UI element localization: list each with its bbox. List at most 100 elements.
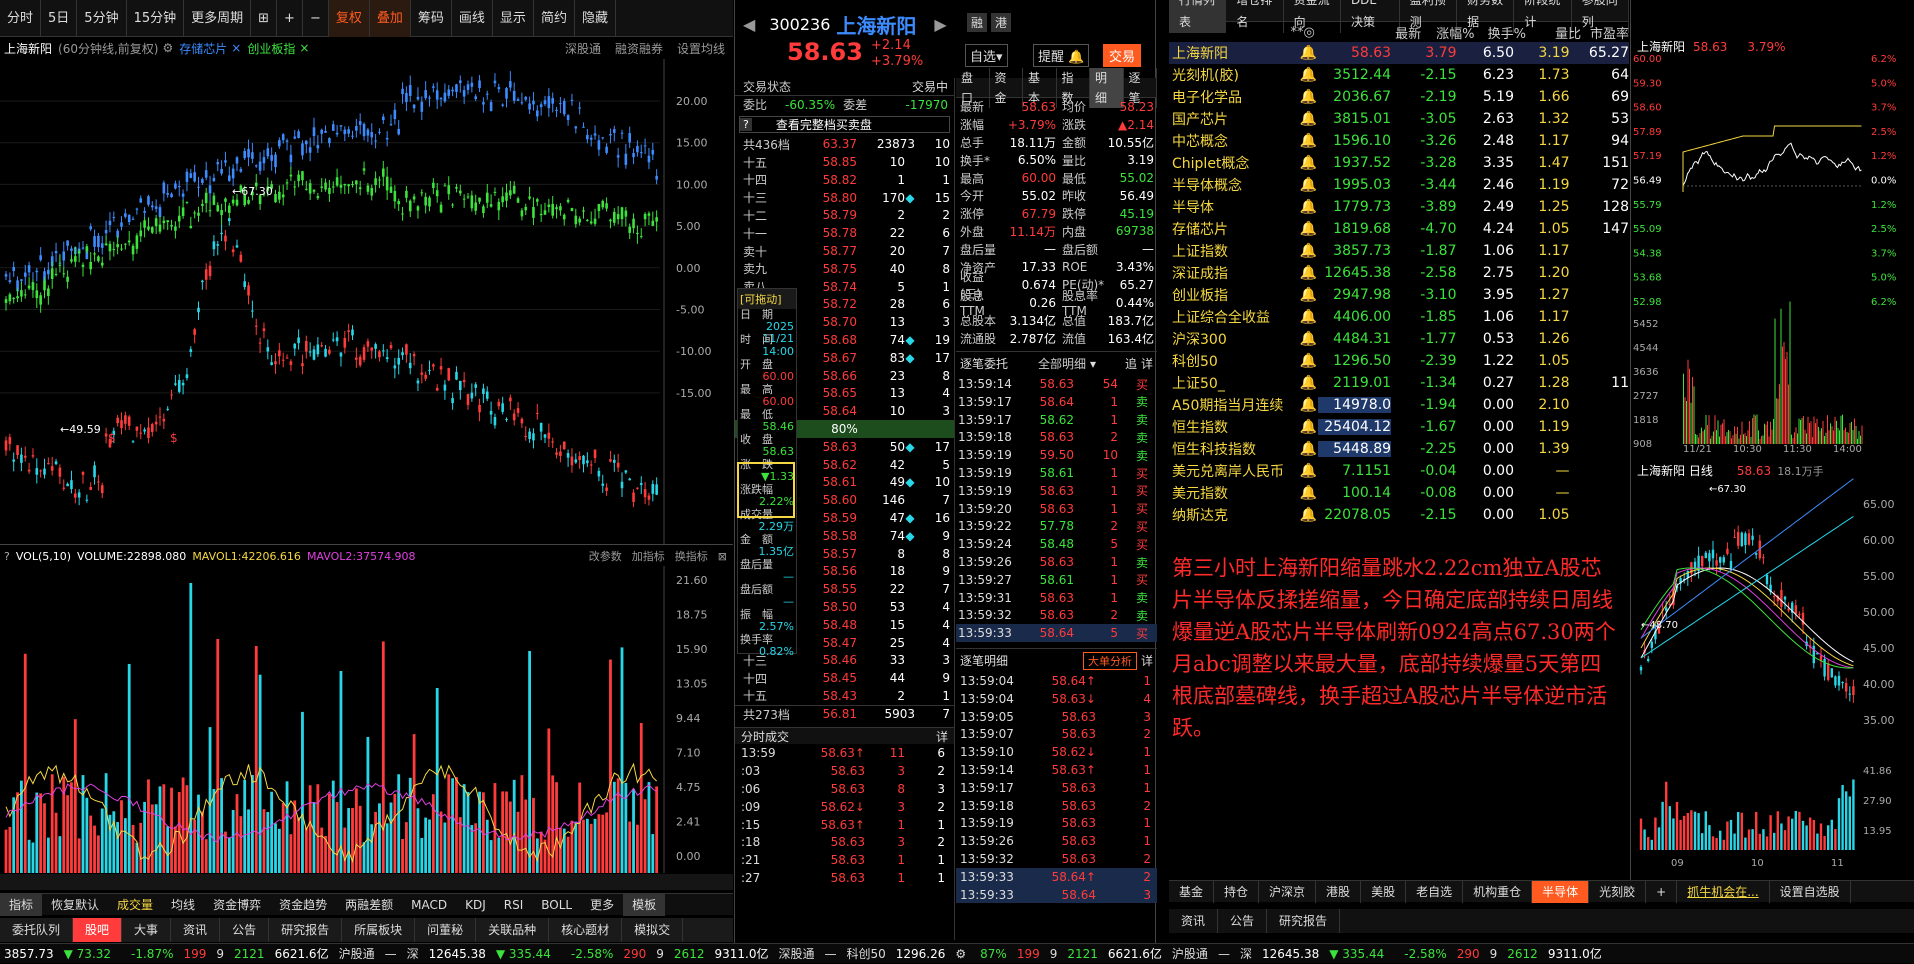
daily-mini-chart[interactable]: 65.00 60.00 55.00 50.00 45.00 40.00 35.00 ←67.3… xyxy=(1631,478,1914,878)
tick-order-row[interactable]: 13:59:26 58.63 1 卖 xyxy=(956,553,1157,571)
indicator-tab[interactable]: 资金博弈 xyxy=(204,894,270,916)
tab-15min[interactable]: 15分钟 xyxy=(127,0,185,37)
intraday-mini-chart[interactable]: 60.00 6.2% 59.30 5.0% 58.60 3.7% 57.89 2.5% 57.1… xyxy=(1631,52,1914,452)
sells-level[interactable]: 十三 58.80 170 ◆ 15 xyxy=(735,189,954,207)
watchlist-tab[interactable]: 港股 xyxy=(1316,880,1362,903)
indicator-tab[interactable]: 均线 xyxy=(162,894,204,916)
watchlist-tab[interactable]: 持仓 xyxy=(1214,880,1260,903)
indicator-tab[interactable]: 两融差额 xyxy=(336,894,402,916)
draw-line-button[interactable]: 画线 xyxy=(452,0,493,37)
overlay-button[interactable]: 叠加 xyxy=(369,0,411,37)
indicator-tab[interactable]: KDJ xyxy=(456,894,495,916)
watchlist-tab[interactable]: 抓牛机会在... xyxy=(1677,880,1770,903)
tick-order-row[interactable]: 13:59:27 58.61 1 买 xyxy=(956,571,1157,589)
tick-detail-row[interactable]: 13:59:18 58.63 2 xyxy=(956,797,1157,815)
time-trade-row[interactable]: :03 58.63 3 2 xyxy=(735,762,954,780)
tick-detail-row[interactable]: 13:59:17 58.63 1 xyxy=(956,779,1157,797)
info-tab[interactable]: 关联品种 xyxy=(476,918,550,942)
info-tab[interactable]: 资讯 xyxy=(171,918,221,942)
tick-order-row[interactable]: 13:59:14 58.63 54 买 xyxy=(956,375,1157,393)
next-stock-icon[interactable]: ▶ xyxy=(934,15,946,34)
time-trade-row[interactable]: 13:59 58.63↑ 11 6 xyxy=(735,744,954,762)
full-orderbook-link[interactable]: 查看完整档买卖盘 xyxy=(776,116,872,133)
tick-detail-row[interactable]: 13:59:04 58.63↓ 4 xyxy=(956,690,1157,708)
sells-level[interactable]: 卖九 58.75 40 8 xyxy=(735,260,954,278)
display-button[interactable]: 显示 xyxy=(493,0,534,37)
list-item[interactable]: 纳斯达克 🔔 22078.05 -2.15 0.00 1.05 xyxy=(1169,504,1629,526)
tick-order-row[interactable]: 13:59:31 58.63 1 卖 xyxy=(956,589,1157,607)
watchlist-tab[interactable]: 老自选 xyxy=(1406,880,1464,903)
list-item[interactable]: 美元兑离岸人民币 🔔 7.1151 -0.04 0.00— xyxy=(1169,460,1629,482)
list-item[interactable]: 科创50 🔔 1296.50 -2.39 1.22 1.05 xyxy=(1169,350,1629,372)
tick-order-row[interactable]: 13:59:19 58.63 1 买 xyxy=(956,482,1157,500)
tick-detail-row[interactable]: 13:59:19 58.63 1 xyxy=(956,814,1157,832)
info-tab[interactable]: 所属板块 xyxy=(342,918,416,942)
detail-filter-select[interactable]: 全部明细 xyxy=(1038,355,1086,372)
watchlist-info-tab[interactable]: 公告 xyxy=(1218,909,1268,933)
alert-button[interactable]: 提醒 🔔 xyxy=(1033,44,1090,67)
sells-level[interactable]: 十一 58.78 22 6 xyxy=(735,224,954,242)
tick-detail-row[interactable]: 13:59:10 58.62↓ 1 xyxy=(956,743,1157,761)
watchlist-tab[interactable]: 设置自选股 xyxy=(1770,880,1851,903)
tick-detail-row[interactable]: 13:59:07 58.63 2 xyxy=(956,726,1157,744)
hide-button[interactable]: 隐藏 xyxy=(575,0,616,37)
fuquan-button[interactable]: 复权 xyxy=(328,0,370,37)
link-sgt[interactable]: 深股通 xyxy=(565,40,601,57)
watchlist-tab[interactable]: 半导体 xyxy=(1532,880,1590,903)
gear-icon[interactable]: ⚙ xyxy=(162,41,173,55)
info-tab[interactable]: 问董秘 xyxy=(415,918,477,942)
tick-detail-row[interactable]: 13:59:05 58.63 3 xyxy=(956,708,1157,726)
list-item[interactable]: 电子化学品 🔔 2036.67 -2.19 5.19 1.66 69 xyxy=(1169,86,1629,108)
trade-button[interactable]: 交易 xyxy=(1103,44,1142,67)
sells-level[interactable]: 十四 58.82 1 1 xyxy=(735,171,954,189)
add-watchlist-button[interactable]: 自选▾ xyxy=(965,44,1008,67)
prev-stock-icon[interactable]: ◀ xyxy=(743,15,755,34)
list-tab[interactable]: 增仓排名 xyxy=(1226,0,1284,33)
indicator-tab[interactable]: BOLL xyxy=(532,894,581,916)
time-trade-row[interactable]: :06 58.63 8 3 xyxy=(735,780,954,798)
indicator-tab[interactable]: 恢复默认 xyxy=(42,894,108,916)
tab-fenshi[interactable]: 分时 xyxy=(0,0,42,37)
add-indicator-button[interactable]: 加指标 xyxy=(632,548,665,564)
tick-order-row[interactable]: 13:59:22 57.78 2 买 xyxy=(956,518,1157,536)
plus-icon[interactable]: + xyxy=(277,0,303,37)
watchlist-tab[interactable]: 沪深京 xyxy=(1259,880,1317,903)
list-item[interactable]: A50期指当月连续 🔔 14978.0 -1.94 0.00 2.10 xyxy=(1169,394,1629,416)
close-icon[interactable]: ⊠ xyxy=(718,550,727,563)
tab-5min[interactable]: 5分钟 xyxy=(77,0,127,37)
tick-order-row[interactable]: 13:59:18 58.63 2 卖 xyxy=(956,429,1157,447)
tick-detail-row[interactable]: 13:59:14 58.63↑ 1 xyxy=(956,761,1157,779)
info-tab[interactable]: 公告 xyxy=(220,918,270,942)
tick-detail-row[interactable]: 13:59:26 58.63 1 xyxy=(956,832,1157,850)
tick-order-row[interactable]: 13:59:17 58.62 1 卖 xyxy=(956,411,1157,429)
sells-level[interactable]: 十二 58.79 2 2 xyxy=(735,207,954,225)
overlay-chinext[interactable]: 创业板指 xyxy=(247,40,295,57)
tick-order-row[interactable]: 13:59:17 58.64 1 卖 xyxy=(956,393,1157,411)
info-tab[interactable]: 股吧 xyxy=(73,918,123,942)
tab-5day[interactable]: 5日 xyxy=(41,0,78,37)
simple-button[interactable]: 简约 xyxy=(534,0,575,37)
buys-level[interactable]: 十五 58.43 2 1 xyxy=(735,687,954,705)
list-item[interactable]: 恒生指数 🔔 25404.12 -1.67 0.00 1.19 xyxy=(1169,416,1629,438)
info-tab[interactable]: 核心题材 xyxy=(549,918,623,942)
time-trade-row[interactable]: :27 58.63 1 1 xyxy=(735,869,954,887)
info-tab[interactable]: 大事 xyxy=(122,918,172,942)
watchlist-info-tab[interactable]: 研究报告 xyxy=(1267,909,1341,933)
buys-level[interactable]: 十四 58.45 44 9 xyxy=(735,669,954,687)
info-tab[interactable]: 委托队列 xyxy=(0,918,74,942)
indicator-tab[interactable]: RSI xyxy=(495,894,533,916)
list-item[interactable]: 上海新阳 🔔 58.63 3.79 6.50 3.19 65.27 xyxy=(1169,42,1629,64)
list-item[interactable]: 存储芯片 🔔 1819.68 -4.70 4.24 1.05 147 xyxy=(1169,218,1629,240)
list-item[interactable]: 上证50_ 🔔 2119.01 -1.34 0.27 1.28 11 xyxy=(1169,372,1629,394)
time-trade-row[interactable]: :21 58.63 1 1 xyxy=(735,851,954,869)
settings-icon[interactable]: ⚙ xyxy=(955,944,966,964)
kline-chart[interactable]: 20.00 15.00 10.00 5.00 0.00 -5.00 -10.00 -15.00… xyxy=(0,59,733,545)
list-item[interactable]: 中芯概念 🔔 1596.10 -3.26 2.48 1.17 94 xyxy=(1169,130,1629,152)
watchlist-tab[interactable]: + xyxy=(1646,880,1678,903)
tick-order-row[interactable]: 13:59:32 58.63 2 卖 xyxy=(956,607,1157,625)
indicator-tab[interactable]: 资金趋势 xyxy=(270,894,336,916)
tick-order-row[interactable]: 13:59:33 58.64 5 买 xyxy=(956,624,1157,643)
tick-order-row[interactable]: 13:59:24 58.48 5 买 xyxy=(956,535,1157,553)
list-tab[interactable]: 行情列表 xyxy=(1169,0,1227,33)
list-item[interactable]: 恒生科技指数 🔔 5448.89 -2.25 0.00 1.39 xyxy=(1169,438,1629,460)
